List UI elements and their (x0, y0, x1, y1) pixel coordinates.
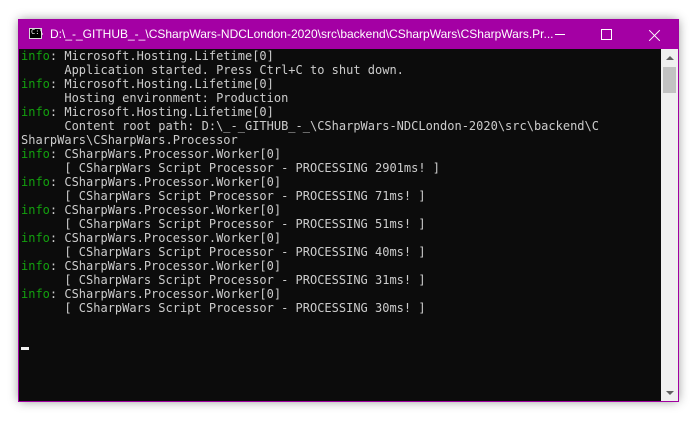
log-message: : CSharpWars.Processor.Worker[0] (49, 175, 282, 189)
log-level: info (21, 231, 50, 245)
minimize-button[interactable] (537, 20, 583, 49)
console-line: info: CSharpWars.Processor.Worker[0] (21, 147, 281, 161)
log-message: : CSharpWars.Processor.Worker[0] (49, 287, 282, 301)
log-level: info (21, 203, 50, 217)
log-message: : CSharpWars.Processor.Worker[0] (49, 231, 282, 245)
console-line: Hosting environment: Production (21, 91, 288, 105)
console-line: [ CSharpWars Script Processor - PROCESSI… (21, 161, 440, 175)
arrow-down-icon (665, 390, 674, 395)
console-line: Content root path: D:\_-_GITHUB_-_\CShar… (21, 119, 599, 133)
log-message: : Microsoft.Hosting.Lifetime[0] (49, 77, 274, 91)
console-line: [ CSharpWars Script Processor - PROCESSI… (21, 189, 426, 203)
console-output[interactable]: info: Microsoft.Hosting.Lifetime[0] Appl… (19, 49, 661, 401)
log-message: : CSharpWars.Processor.Worker[0] (49, 147, 282, 161)
log-message: Application started. Press Ctrl+C to shu… (21, 63, 404, 77)
log-level: info (21, 287, 50, 301)
console-line: [ CSharpWars Script Processor - PROCESSI… (21, 245, 426, 259)
console-line: info: CSharpWars.Processor.Worker[0] (21, 259, 281, 273)
close-icon (649, 29, 661, 41)
log-message: : CSharpWars.Processor.Worker[0] (49, 203, 282, 217)
title-bar[interactable]: D:\_-_GITHUB_-_\CSharpWars-NDCLondon-202… (19, 20, 678, 49)
maximize-icon (600, 29, 612, 40)
console-line: SharpWars\CSharpWars.Processor (21, 133, 238, 147)
scroll-down-button[interactable] (661, 384, 678, 401)
vertical-scrollbar[interactable] (661, 49, 678, 401)
window-title: D:\_-_GITHUB_-_\CSharpWars-NDCLondon-202… (50, 27, 554, 41)
scroll-up-button[interactable] (661, 49, 678, 66)
log-message: [ CSharpWars Script Processor - PROCESSI… (21, 189, 426, 203)
log-message: [ CSharpWars Script Processor - PROCESSI… (21, 161, 441, 175)
log-message: [ CSharpWars Script Processor - PROCESSI… (21, 301, 426, 315)
log-message: : CSharpWars.Processor.Worker[0] (49, 259, 282, 273)
log-level: info (21, 259, 50, 273)
console-line: info: Microsoft.Hosting.Lifetime[0] (21, 105, 274, 119)
log-message: Hosting environment: Production (21, 91, 289, 105)
console-line: [ CSharpWars Script Processor - PROCESSI… (21, 273, 426, 287)
console-line: info: Microsoft.Hosting.Lifetime[0] (21, 49, 274, 63)
log-message: [ CSharpWars Script Processor - PROCESSI… (21, 273, 426, 287)
console-line: info: CSharpWars.Processor.Worker[0] (21, 203, 281, 217)
console-icon[interactable] (29, 28, 44, 39)
log-message: Content root path: D:\_-_GITHUB_-_\CShar… (21, 119, 599, 133)
console-line: info: CSharpWars.Processor.Worker[0] (21, 231, 281, 245)
console-line: [ CSharpWars Script Processor - PROCESSI… (21, 301, 426, 315)
console-line: Application started. Press Ctrl+C to shu… (21, 63, 404, 77)
log-level: info (21, 49, 50, 63)
close-button[interactable] (632, 20, 678, 49)
log-level: info (21, 77, 50, 91)
arrow-up-icon (665, 55, 674, 60)
log-message: [ CSharpWars Script Processor - PROCESSI… (21, 245, 426, 259)
console-line: info: Microsoft.Hosting.Lifetime[0] (21, 77, 274, 91)
log-level: info (21, 105, 50, 119)
log-message: [ CSharpWars Script Processor - PROCESSI… (21, 217, 426, 231)
log-level: info (21, 175, 50, 189)
console-line: info: CSharpWars.Processor.Worker[0] (21, 287, 281, 301)
maximize-button[interactable] (583, 20, 629, 49)
text-cursor (21, 347, 29, 350)
console-line: info: CSharpWars.Processor.Worker[0] (21, 175, 281, 189)
scrollbar-thumb[interactable] (663, 67, 676, 93)
console-line: [ CSharpWars Script Processor - PROCESSI… (21, 217, 426, 231)
log-message: SharpWars\CSharpWars.Processor (21, 133, 238, 147)
log-message: : Microsoft.Hosting.Lifetime[0] (49, 105, 274, 119)
log-level: info (21, 147, 50, 161)
minimize-icon (555, 34, 565, 35)
log-message: : Microsoft.Hosting.Lifetime[0] (49, 49, 274, 63)
console-window: D:\_-_GITHUB_-_\CSharpWars-NDCLondon-202… (18, 19, 679, 402)
